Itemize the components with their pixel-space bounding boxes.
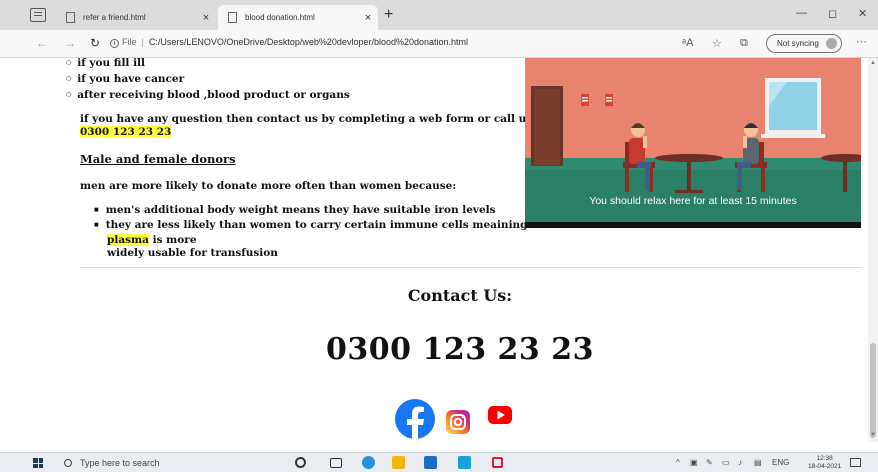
edge-icon[interactable]: [362, 456, 375, 469]
donor-reasons-list: men's additional body weight means they …: [94, 204, 563, 260]
info-icon[interactable]: i: [110, 39, 119, 48]
plasma-highlight: plasma: [107, 234, 149, 246]
hero-illustration: You should relax here for at least 15 mi…: [525, 58, 861, 228]
tab-refer-a-friend[interactable]: refer a friend.html ×: [56, 5, 216, 30]
search-placeholder: Type here to search: [80, 458, 160, 468]
eligibility-list: if you fill ill if you have cancer after…: [66, 58, 350, 104]
tab-blood-donation[interactable]: blood donation.html ×: [218, 5, 378, 30]
collections-icon[interactable]: ⧉: [740, 37, 748, 50]
taskbar: Type here to search ^ ▣ ✎ ▭ ♪ ▤ ENG 12:3…: [0, 452, 878, 472]
tray-battery-icon[interactable]: ▭: [722, 458, 730, 467]
page-content: if you fill ill if you have cancer after…: [0, 58, 868, 442]
language-indicator[interactable]: ENG: [772, 458, 789, 467]
scroll-up-icon[interactable]: ▲: [870, 60, 876, 66]
scrollbar-thumb[interactable]: [870, 343, 876, 438]
tab-title: blood donation.html: [245, 13, 315, 22]
read-aloud-icon[interactable]: ᵃA: [682, 37, 693, 49]
tray-keyboard-icon[interactable]: ▤: [754, 458, 762, 467]
vertical-scrollbar[interactable]: ▲ ▼: [868, 58, 878, 442]
url-field[interactable]: i File | C:/Users/LENOVO/OneDrive/Desktop/w…: [110, 37, 468, 48]
notification-icon[interactable]: [850, 458, 861, 467]
contact-phone: 0300 123 23 23: [326, 332, 594, 367]
question-phone: 0300 123 23 23: [80, 126, 172, 138]
list-item-text: is more: [148, 234, 197, 246]
url-separator: |: [141, 37, 144, 47]
search-icon: [64, 459, 72, 467]
tab-strip: refer a friend.html × blood donation.htm…: [0, 0, 878, 30]
close-tab-icon[interactable]: ×: [358, 12, 378, 24]
question-paragraph: if you have any question then contact us…: [80, 113, 551, 139]
minimize-button[interactable]: —: [796, 7, 807, 19]
forward-button[interactable]: →: [64, 36, 76, 50]
taskbar-search[interactable]: Type here to search: [56, 455, 256, 471]
question-text: if you have any question then contact us…: [80, 113, 551, 125]
scroll-down-icon[interactable]: ▼: [870, 432, 876, 438]
contact-heading: Contact Us:: [407, 286, 513, 305]
address-bar: ← → ↻ i File | C:/Users/LENOVO/OneDrive/Des…: [0, 30, 878, 58]
store-icon[interactable]: [424, 456, 437, 469]
list-item: after receiving blood ,blood product or …: [66, 88, 350, 104]
facebook-icon[interactable]: [394, 398, 436, 440]
app-u-icon[interactable]: [492, 457, 503, 468]
tab-actions-icon[interactable]: [30, 8, 46, 22]
clock-date: 18-04-2021: [808, 463, 842, 470]
instagram-icon[interactable]: [446, 410, 470, 434]
tray-chevron-icon[interactable]: ^: [676, 458, 680, 467]
restore-button[interactable]: ◻: [828, 7, 837, 20]
avatar: [826, 38, 837, 49]
intro-text: men are more likely to donate more often…: [80, 180, 457, 192]
clock-time: 12:38: [816, 455, 833, 462]
app-l-icon[interactable]: [458, 456, 471, 469]
url-text: C:/Users/LENOVO/OneDrive/Desktop/web%20d…: [148, 37, 469, 47]
cortana-icon[interactable]: [295, 457, 306, 468]
profile-sync-button[interactable]: Not syncing: [766, 34, 842, 53]
close-window-button[interactable]: ✕: [858, 7, 867, 20]
tray-volume-icon[interactable]: ♪: [738, 458, 742, 467]
divider: [80, 267, 862, 268]
new-tab-button[interactable]: +: [384, 6, 393, 24]
page-icon: [228, 12, 237, 23]
file-explorer-icon[interactable]: [392, 456, 405, 469]
windows-start-icon[interactable]: [33, 458, 43, 468]
list-item-text: they are less likely than women to carry…: [105, 219, 563, 231]
tray-pen-icon[interactable]: ✎: [706, 458, 713, 467]
list-item: if you have cancer: [66, 72, 350, 88]
clock[interactable]: 12:38 18-04-2021: [808, 455, 841, 471]
list-item: if you fill ill: [66, 58, 350, 72]
close-tab-icon[interactable]: ×: [196, 12, 216, 24]
file-label: File: [122, 37, 137, 47]
list-item-continuation: plasma is more widely usable for transfu…: [94, 234, 563, 260]
list-item-text: widely usable for transfusion: [107, 247, 278, 259]
section-heading: Male and female donors: [80, 152, 236, 166]
page-icon: [66, 12, 75, 23]
refresh-button[interactable]: ↻: [90, 36, 100, 50]
task-view-icon[interactable]: [330, 458, 342, 468]
list-item: they are less likely than women to carry…: [94, 219, 563, 234]
hero-caption: You should relax here for at least 15 mi…: [589, 195, 797, 207]
more-menu-icon[interactable]: ···: [856, 36, 867, 48]
favorites-icon[interactable]: ☆: [712, 37, 722, 50]
list-item: men's additional body weight means they …: [94, 204, 563, 219]
tab-title: refer a friend.html: [83, 13, 146, 22]
tray-network-icon[interactable]: ▣: [690, 458, 698, 467]
youtube-icon[interactable]: [488, 406, 512, 424]
sync-label: Not syncing: [777, 39, 819, 48]
back-button[interactable]: ←: [36, 36, 48, 50]
